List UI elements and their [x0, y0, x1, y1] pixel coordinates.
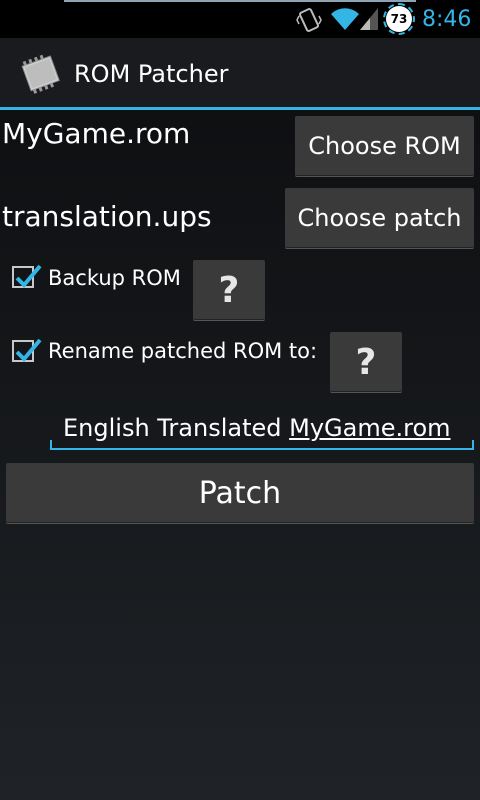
choose-patch-button[interactable]: Choose patch: [285, 188, 474, 248]
choose-rom-button[interactable]: Choose ROM: [295, 116, 474, 176]
backup-rom-label: Backup ROM: [48, 266, 181, 290]
action-bar: [0, 38, 480, 110]
patch-filename: translation.ups: [2, 200, 212, 233]
chip-icon[interactable]: [18, 52, 66, 96]
backup-help-button[interactable]: ?: [193, 260, 265, 320]
rom-filename: MyGame.rom: [2, 117, 191, 150]
battery-icon: 73: [383, 3, 415, 35]
checkmark-icon: [15, 264, 42, 288]
status-bar-divider: [64, 0, 416, 2]
rename-rom-label: Rename patched ROM to:: [48, 339, 318, 363]
clock: 8:46: [422, 7, 472, 32]
rename-help-button[interactable]: ?: [330, 332, 402, 392]
rename-input-prefix: English Translated: [63, 414, 290, 442]
status-bar: 73 8:46: [0, 0, 480, 38]
wifi-icon: [331, 8, 359, 30]
rename-input-filename: MyGame.rom: [289, 414, 451, 442]
vibrate-icon: [296, 8, 322, 32]
signal-icon: [360, 8, 378, 30]
rename-rom-checkbox[interactable]: [12, 338, 42, 362]
backup-rom-checkbox[interactable]: [12, 264, 42, 288]
app-title: ROM Patcher: [74, 60, 229, 88]
patch-button[interactable]: Patch: [6, 463, 474, 523]
rename-input[interactable]: English Translated MyGame.rom: [50, 404, 474, 450]
checkmark-icon: [15, 338, 42, 362]
